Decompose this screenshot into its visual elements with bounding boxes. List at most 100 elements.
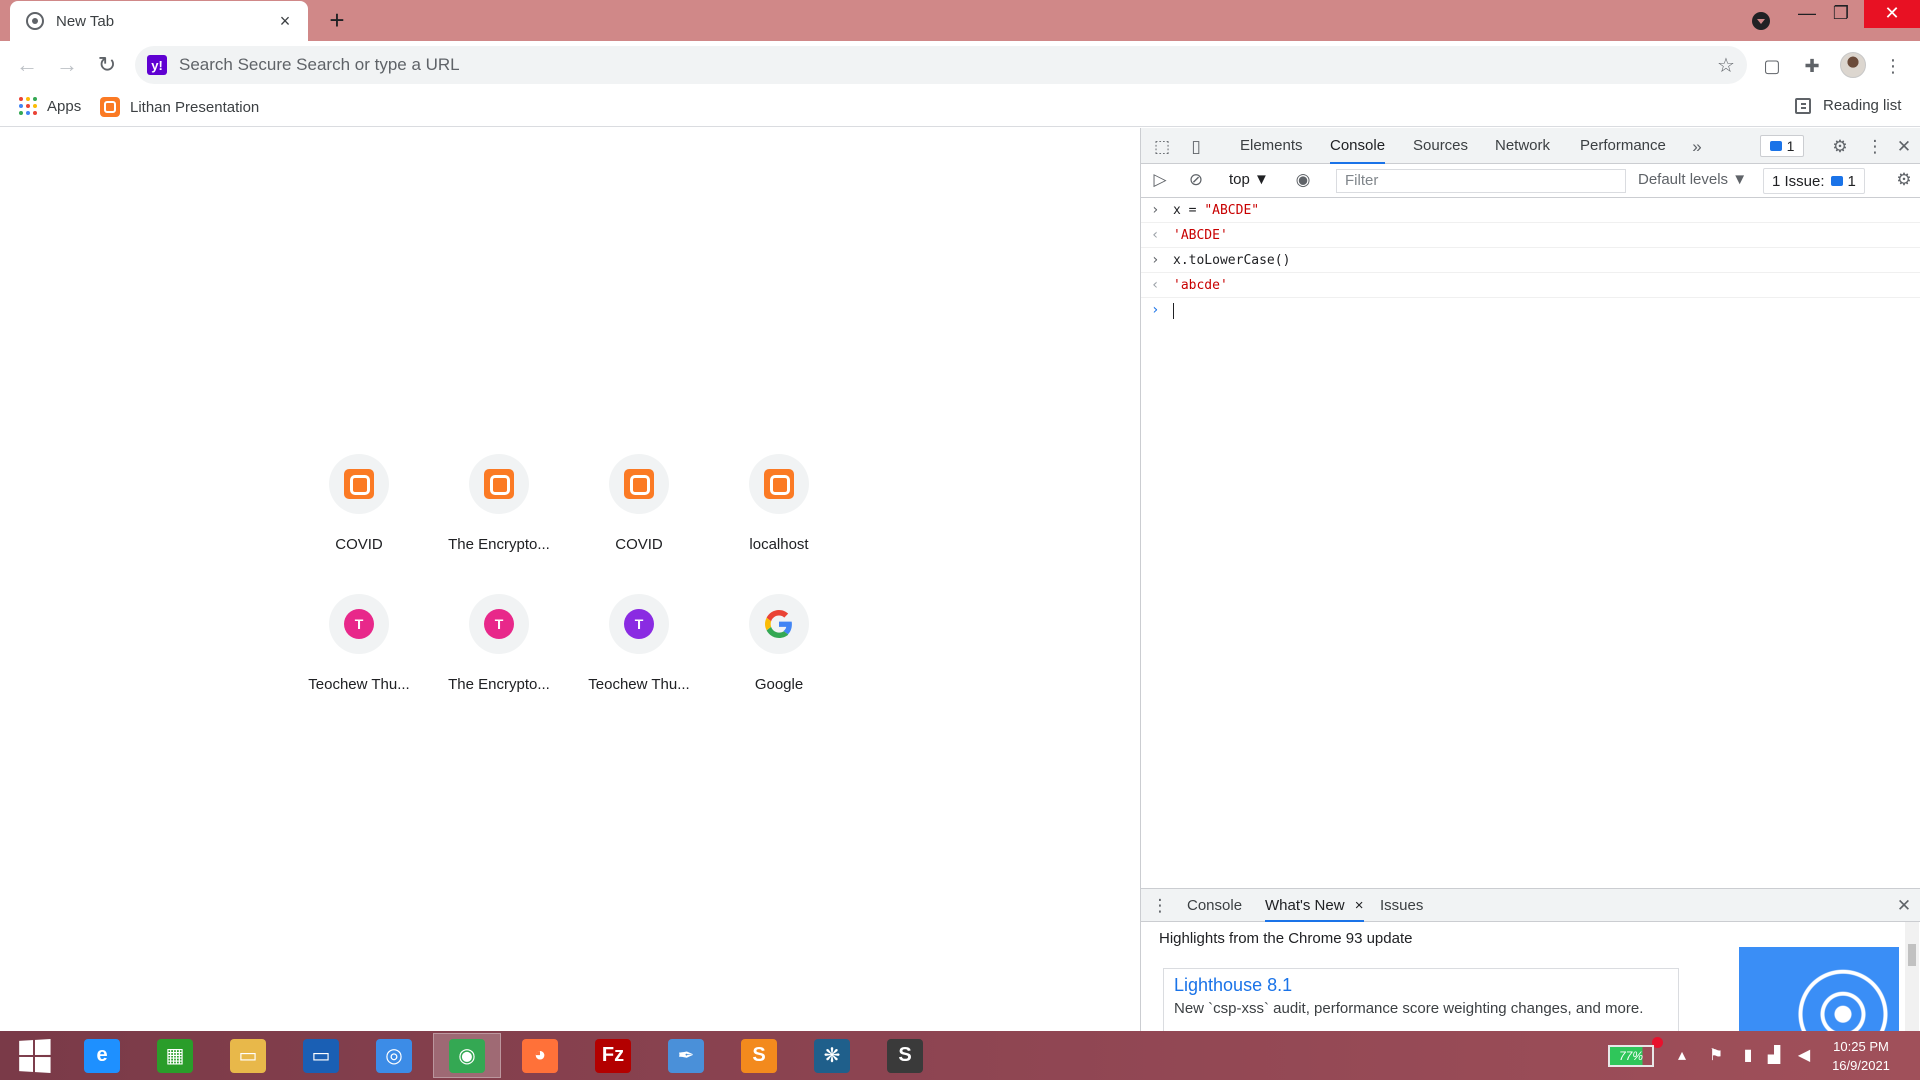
sidebar-toggle-icon[interactable]: ▷ (1149, 169, 1171, 191)
reload-button[interactable]: ↻ (91, 49, 123, 81)
tab-network[interactable]: Network (1495, 128, 1550, 164)
taskbar-app-file-explorer[interactable]: ▭ (214, 1033, 282, 1078)
drawer-tab-whats-new[interactable]: What's New × (1265, 889, 1364, 922)
browser-tab[interactable]: New Tab × (10, 1, 308, 41)
console-code: x = (1173, 203, 1205, 218)
taskbar-app-internet-explorer[interactable]: e (68, 1033, 136, 1078)
apps-shortcut[interactable]: Apps (19, 97, 81, 115)
bookmark-lithan-presentation[interactable]: Lithan Presentation (100, 97, 259, 117)
browser-menu-icon[interactable]: ⋮ (1880, 53, 1906, 79)
drawer-tab-console[interactable]: Console (1187, 889, 1242, 922)
show-hidden-icons-icon[interactable]: ▴ (1672, 1045, 1692, 1067)
more-tabs-icon[interactable]: » (1686, 136, 1708, 158)
card-title[interactable]: Lighthouse 8.1 (1174, 975, 1668, 996)
restore-button[interactable]: ❐ (1818, 0, 1864, 28)
inspect-element-icon[interactable]: ⬚ (1151, 136, 1173, 158)
reading-list-button[interactable]: Reading list (1795, 97, 1901, 114)
internet-explorer-icon: e (84, 1038, 120, 1073)
extensions-puzzle-icon[interactable]: ✚ (1799, 53, 1825, 79)
taskbar-app-sublime-active[interactable]: S (871, 1033, 939, 1078)
shortcut-icon-container (749, 594, 809, 654)
system-clock[interactable]: 10:25 PM 16/9/2021 (1816, 1037, 1906, 1075)
taskbar-app-safari[interactable]: ◎ (360, 1033, 428, 1078)
network-signal-icon[interactable]: ▟ (1764, 1045, 1784, 1067)
tab-search-icon[interactable] (1752, 12, 1770, 30)
drawer-scrollbar[interactable] (1905, 922, 1919, 1031)
profile-avatar[interactable] (1840, 52, 1866, 78)
tab-close-button[interactable]: × (274, 11, 296, 32)
power-icon[interactable]: ▮ (1738, 1045, 1758, 1067)
taskbar-app-filezilla[interactable]: Fz (579, 1033, 647, 1078)
tree-app-icon: ❋ (814, 1038, 850, 1073)
shortcut-icon-container (469, 454, 529, 514)
shortcut-label: The Encrypto... (448, 676, 550, 693)
shortcut-icon-container (329, 454, 389, 514)
bookmark-star-icon[interactable]: ☆ (1711, 53, 1741, 78)
omnibox-placeholder[interactable]: Search Secure Search or type a URL (179, 55, 1711, 75)
shortcut-tile[interactable]: localhost (723, 454, 835, 566)
output-chevron-icon: ‹ (1151, 277, 1160, 293)
omnibox[interactable]: y! Search Secure Search or type a URL ☆ (135, 46, 1747, 84)
settings-gear-icon[interactable]: ⚙ (1829, 136, 1851, 158)
text-caret (1173, 302, 1174, 319)
context-selector[interactable]: top ▼ (1229, 171, 1269, 188)
tab-sources[interactable]: Sources (1413, 128, 1468, 164)
shortcut-tile[interactable]: COVID (583, 454, 695, 566)
battery-indicator[interactable]: 77% (1608, 1045, 1654, 1067)
action-center-flag-icon[interactable]: ⚑ (1706, 1045, 1726, 1067)
promo-image (1739, 947, 1899, 1031)
log-levels-dropdown[interactable]: Default levels ▼ (1638, 171, 1747, 188)
lenovo-icon: ▭ (303, 1038, 339, 1073)
back-button[interactable]: ← (11, 49, 43, 81)
drawer-menu-icon[interactable]: ⋮ (1149, 895, 1171, 917)
tab-performance[interactable]: Performance (1580, 128, 1666, 164)
input-chevron-icon: › (1151, 252, 1160, 268)
taskbar-app-tree-app[interactable]: ❋ (798, 1033, 866, 1078)
shortcut-icon-container: T (329, 594, 389, 654)
filezilla-icon: Fz (595, 1038, 631, 1073)
close-window-button[interactable]: ✕ (1864, 0, 1920, 28)
extension-app-icon[interactable]: ▢ (1759, 53, 1785, 79)
clear-console-icon[interactable]: ⊘ (1185, 169, 1207, 191)
start-button[interactable] (0, 1033, 68, 1078)
shortcut-tile[interactable]: COVID (303, 454, 415, 566)
taskbar-app-firefox[interactable]: ◕ (506, 1033, 574, 1078)
issues-badge-button[interactable]: 1 (1760, 135, 1804, 157)
new-tab-button[interactable]: + (322, 6, 352, 36)
console-prompt[interactable]: › (1141, 298, 1920, 323)
taskbar-app-sublime[interactable]: S (725, 1033, 793, 1078)
shortcut-label: Google (754, 676, 804, 693)
issues-count-button[interactable]: 1 Issue: 1 (1763, 168, 1865, 194)
live-expression-eye-icon[interactable]: ◉ (1292, 169, 1314, 191)
browser-toolbar: ← → ↻ y! Search Secure Search or type a … (0, 41, 1920, 89)
drawer-tab-issues[interactable]: Issues (1380, 889, 1423, 922)
console-settings-gear-icon[interactable]: ⚙ (1893, 169, 1915, 191)
feature-card[interactable]: Lighthouse 8.1 New `csp-xss` audit, perf… (1163, 968, 1679, 1031)
letter-icon: T (624, 609, 654, 639)
tab-console[interactable]: Console (1330, 128, 1386, 164)
close-drawer-icon[interactable]: ✕ (1893, 895, 1915, 917)
device-toolbar-icon[interactable]: ▯ (1185, 136, 1207, 158)
scrollbar-thumb[interactable] (1908, 944, 1916, 966)
filter-input[interactable]: Filter (1336, 169, 1626, 193)
safari-icon: ◎ (376, 1038, 412, 1073)
taskbar-app-pen-app[interactable]: ✒ (652, 1033, 720, 1078)
forward-button[interactable]: → (51, 49, 83, 81)
firefox-icon: ◕ (522, 1038, 558, 1073)
taskbar-app-chrome[interactable]: ◉ (433, 1033, 501, 1078)
tab-elements[interactable]: Elements (1240, 128, 1303, 164)
highlights-heading: Highlights from the Chrome 93 update (1159, 930, 1413, 947)
close-tab-icon[interactable]: × (1355, 897, 1364, 914)
shortcut-tile[interactable]: T Teochew Thu... (303, 594, 415, 706)
close-devtools-icon[interactable]: ✕ (1893, 136, 1915, 158)
devtools-menu-icon[interactable]: ⋮ (1864, 136, 1886, 158)
shortcut-tile[interactable]: T Teochew Thu... (583, 594, 695, 706)
shortcut-tile[interactable]: Google (723, 594, 835, 706)
taskbar-app-store[interactable]: ▦ (141, 1033, 209, 1078)
volume-icon[interactable]: ◀ (1794, 1045, 1814, 1067)
shortcut-tile[interactable]: T The Encrypto... (443, 594, 555, 706)
input-chevron-icon: › (1151, 202, 1160, 218)
shortcut-tile[interactable]: The Encrypto... (443, 454, 555, 566)
console-input-line: › x.toLowerCase() (1141, 248, 1920, 273)
taskbar-app-lenovo[interactable]: ▭ (287, 1033, 355, 1078)
